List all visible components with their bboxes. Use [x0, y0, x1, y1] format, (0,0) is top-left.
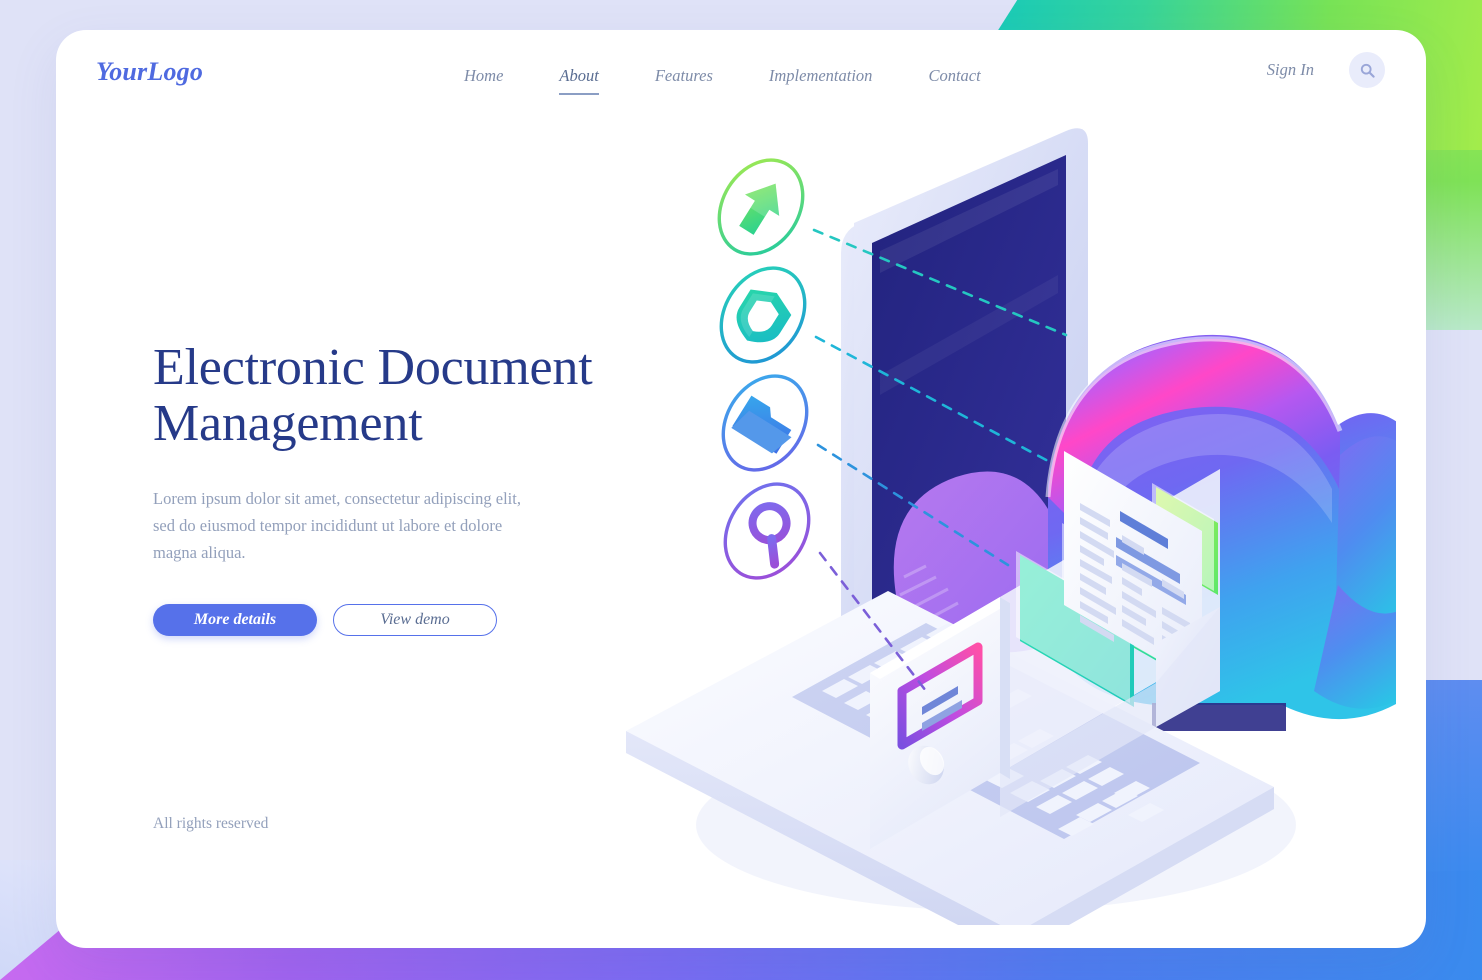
hero-subtitle: Lorem ipsum dolor sit amet, consectetur …: [153, 489, 521, 562]
feature-icon-search[interactable]: [708, 468, 825, 593]
copyright-text: All rights reserved: [153, 815, 269, 832]
hero-illustration: [596, 125, 1396, 925]
nav-item-home[interactable]: Home: [464, 60, 503, 95]
feature-icons: [702, 144, 825, 593]
sign-in-link[interactable]: Sign In: [1267, 60, 1314, 80]
drawer-front-edge: [1000, 597, 1010, 779]
shield-icon: [736, 289, 792, 343]
logo[interactable]: YourLogo: [96, 57, 203, 87]
nav-item-contact[interactable]: Contact: [928, 60, 980, 95]
main-nav: Home About Features Implementation Conta…: [464, 60, 1037, 95]
nav-item-about[interactable]: About: [559, 60, 599, 95]
search-button[interactable]: [1349, 52, 1385, 88]
more-details-button[interactable]: More details: [153, 604, 317, 637]
feature-icon-folder[interactable]: [706, 360, 823, 485]
page-card: YourLogo Home About Features Implementat…: [56, 30, 1426, 948]
nav-item-features[interactable]: Features: [655, 60, 713, 95]
upload-arrow-icon: [739, 183, 780, 235]
site-header: YourLogo Home About Features Implementat…: [56, 30, 1426, 130]
feature-icon-shield[interactable]: [704, 252, 821, 377]
folder-icon: [731, 395, 792, 454]
search-icon: [1360, 63, 1375, 78]
magnifier-icon: [748, 502, 791, 569]
nav-item-implementation[interactable]: Implementation: [769, 60, 873, 95]
feature-icon-upload[interactable]: [702, 144, 819, 269]
view-demo-button[interactable]: View demo: [333, 604, 497, 637]
cloud-right-lobe: [1336, 436, 1396, 615]
